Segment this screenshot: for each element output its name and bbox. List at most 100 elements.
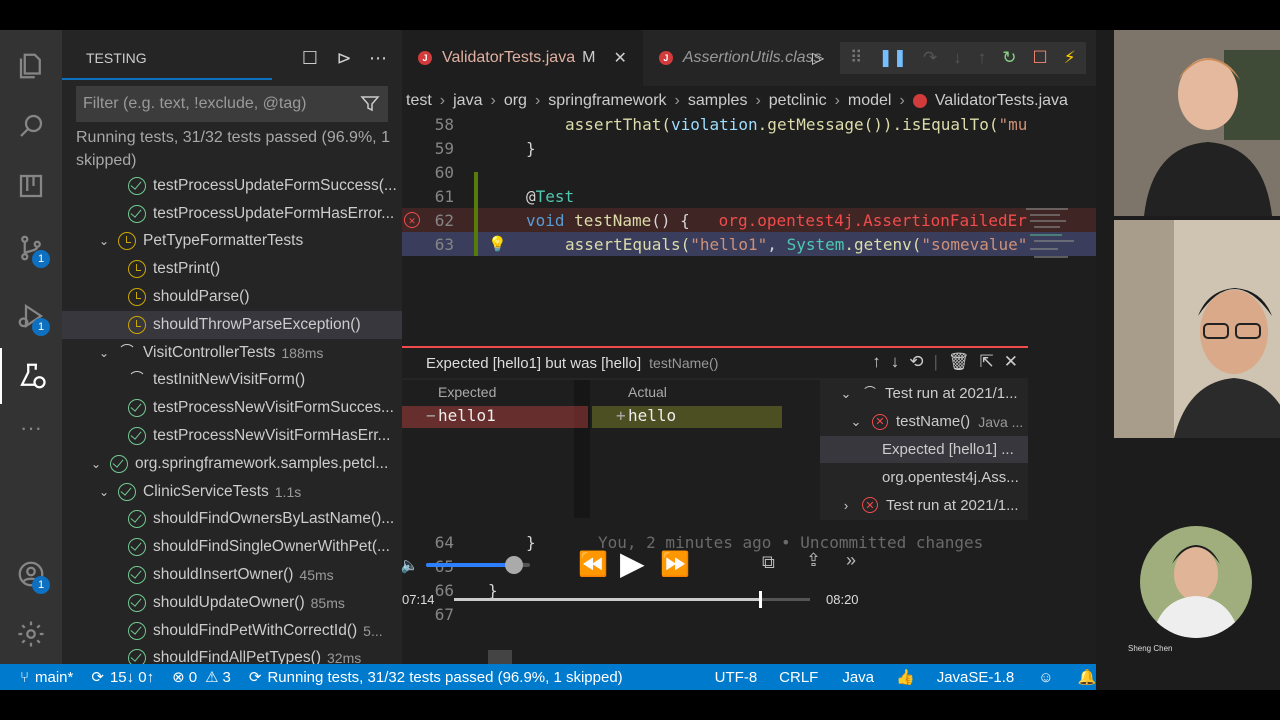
- arrow-down-icon[interactable]: ↓: [891, 352, 900, 372]
- skip-icon[interactable]: »: [846, 550, 856, 571]
- test-failed-icon[interactable]: ✕: [404, 212, 420, 228]
- eol-item[interactable]: CRLF: [779, 669, 818, 686]
- volume-knob[interactable]: [505, 556, 524, 574]
- test-tree-item[interactable]: ⌄ PetTypeFormatterTests: [62, 228, 402, 256]
- stop-tests-icon[interactable]: ☐: [300, 48, 320, 68]
- test-tree-item[interactable]: shouldFindAllPetTypes() 32ms: [62, 645, 402, 664]
- open-external-icon[interactable]: ⇱: [980, 352, 994, 372]
- language-item[interactable]: Java: [842, 669, 874, 686]
- tab-validator-tests[interactable]: J ValidatorTests.java M ✕: [402, 30, 643, 86]
- breadcrumb-item[interactable]: org: [504, 92, 527, 110]
- breadcrumb-item[interactable]: springframework: [548, 92, 666, 110]
- step-into-icon[interactable]: ↓: [953, 48, 962, 68]
- feedback-icon[interactable]: ☺: [1038, 669, 1053, 686]
- encoding-item[interactable]: UTF-8: [715, 669, 758, 686]
- step-over-icon[interactable]: ↷: [923, 48, 937, 68]
- stop-icon[interactable]: ☐: [1032, 48, 1047, 68]
- test-tree-item[interactable]: ⌄ ClinicServiceTests 1.1s: [62, 478, 402, 506]
- fast-forward-icon[interactable]: ⏩: [660, 550, 690, 579]
- test-tree-item[interactable]: shouldThrowParseException(): [62, 310, 402, 339]
- breadcrumb-item[interactable]: test: [406, 92, 432, 110]
- close-tab-icon[interactable]: ✕: [613, 48, 626, 68]
- test-tree-item[interactable]: ⌄ org.springframework.samples.petcl...: [62, 450, 402, 478]
- test-tree-item[interactable]: shouldUpdateOwner() 85ms: [62, 589, 402, 617]
- trash-icon[interactable]: 🗑: [948, 352, 970, 372]
- run-debug-icon[interactable]: 1: [0, 288, 62, 344]
- branch-label: main*: [35, 668, 74, 686]
- hot-reload-icon[interactable]: ⚡: [1064, 48, 1076, 68]
- settings-gear-icon[interactable]: [0, 606, 62, 662]
- breadcrumb-item[interactable]: ValidatorTests.java: [935, 92, 1068, 110]
- test-tree-item[interactable]: ⌄ VisitControllerTests 188ms: [62, 339, 402, 367]
- expected-value: hello1: [438, 406, 496, 425]
- explorer-icon[interactable]: [0, 38, 62, 94]
- test-tree-item[interactable]: shouldParse(): [62, 283, 402, 311]
- run-editor-icon[interactable]: ▷: [812, 48, 824, 68]
- seek-bar[interactable]: [454, 591, 810, 608]
- minimap[interactable]: [1026, 208, 1076, 288]
- volume-slider[interactable]: [426, 556, 530, 574]
- test-tree-item[interactable]: testProcessNewVisitFormHasErr...: [62, 422, 402, 450]
- pause-icon[interactable]: ❚❚: [878, 48, 907, 68]
- sync-label: 15↓ 0↑: [109, 668, 155, 686]
- close-icon[interactable]: ✕: [1004, 352, 1018, 372]
- jdk-item[interactable]: JavaSE-1.8: [937, 669, 1015, 686]
- test-progress-item[interactable]: ⟳ Running tests, 31/32 tests passed (96.…: [249, 668, 623, 687]
- sidebar-title: TESTING: [86, 50, 147, 66]
- test-result-item[interactable]: Expected [hello1] ...: [820, 435, 1028, 464]
- test-tree-item[interactable]: shouldInsertOwner() 45ms: [62, 561, 402, 589]
- step-out-icon[interactable]: ↑: [978, 48, 987, 68]
- breadcrumb-item[interactable]: petclinic: [769, 92, 827, 110]
- rewind-icon[interactable]: ⏪: [578, 550, 608, 579]
- result-sub: Java ...: [978, 413, 1024, 430]
- test-tree-item[interactable]: shouldFindPetWithCorrectId() 5...: [62, 617, 402, 645]
- test-result-item[interactable]: ⌄ Test run at 2021/1...: [820, 380, 1028, 408]
- testing-icon[interactable]: [0, 348, 62, 404]
- picture-in-picture-icon[interactable]: ⧉: [762, 552, 775, 573]
- chevron-down-icon[interactable]: ⌄: [96, 234, 112, 248]
- more-actions-icon[interactable]: ⋯: [368, 48, 388, 68]
- sync-item[interactable]: ⟳ 15↓ 0↑: [91, 668, 155, 687]
- branch-item[interactable]: ⑂ main*: [20, 669, 73, 686]
- test-result-item[interactable]: ⌄ ✕ testName() Java ...: [820, 408, 1028, 436]
- test-tree-item[interactable]: testPrint(): [62, 255, 402, 283]
- breadcrumb-item[interactable]: samples: [688, 92, 748, 110]
- search-icon[interactable]: [0, 98, 62, 154]
- test-result-item[interactable]: › ✕ Test run at 2021/1...: [820, 491, 1028, 519]
- breadcrumb-item[interactable]: model: [848, 92, 892, 110]
- volume-icon[interactable]: 🔈: [402, 556, 419, 574]
- chevron-icon[interactable]: ›: [838, 498, 854, 513]
- chevron-down-icon[interactable]: ⌄: [96, 485, 112, 499]
- lightbulb-icon[interactable]: 💡: [488, 235, 507, 253]
- breadcrumb-item[interactable]: java: [453, 92, 482, 110]
- problems-item[interactable]: ⊗ 0 ⚠ 3: [172, 668, 231, 687]
- play-icon[interactable]: ▶: [620, 544, 645, 582]
- more-icon[interactable]: ···: [0, 400, 62, 456]
- chevron-icon[interactable]: ⌄: [838, 386, 854, 402]
- chevron-down-icon[interactable]: ⌄: [96, 346, 112, 360]
- source-control-icon[interactable]: 1: [0, 220, 62, 276]
- history-icon[interactable]: ⟲: [909, 352, 923, 372]
- board-icon[interactable]: [0, 158, 62, 214]
- drag-handle-icon[interactable]: ⠿: [850, 48, 862, 68]
- share-icon[interactable]: ⇪: [806, 550, 821, 571]
- test-tree-item[interactable]: testProcessUpdateFormSuccess(...: [62, 172, 402, 200]
- test-tree-item[interactable]: shouldFindOwnersByLastName()...: [62, 506, 402, 534]
- seek-handle[interactable]: [759, 591, 763, 608]
- thumbs-up-icon[interactable]: 👍: [896, 668, 915, 686]
- chevron-icon[interactable]: ⌄: [848, 414, 864, 430]
- notifications-bell-icon[interactable]: 🔔: [1078, 668, 1097, 686]
- test-tree-item[interactable]: testProcessNewVisitFormSucces...: [62, 394, 402, 422]
- chevron-down-icon[interactable]: ⌄: [88, 457, 104, 471]
- test-filter-input[interactable]: Filter (e.g. text, !exclude, @tag): [76, 86, 388, 122]
- test-tree-item[interactable]: testProcessUpdateFormHasError...: [62, 200, 402, 228]
- test-tree-item[interactable]: shouldFindSingleOwnerWithPet(...: [62, 533, 402, 561]
- tab-assertion-utils[interactable]: J AssertionUtils.class: [643, 30, 838, 86]
- filter-funnel-icon[interactable]: [360, 94, 380, 114]
- restart-icon[interactable]: ↻: [1002, 48, 1016, 68]
- account-icon[interactable]: 1: [0, 546, 62, 602]
- test-result-item[interactable]: org.opentest4j.Ass...: [820, 463, 1028, 491]
- arrow-up-icon[interactable]: ↑: [872, 352, 881, 372]
- toggle-view-icon[interactable]: ⊳: [334, 48, 354, 68]
- test-tree-item[interactable]: testInitNewVisitForm(): [62, 367, 402, 395]
